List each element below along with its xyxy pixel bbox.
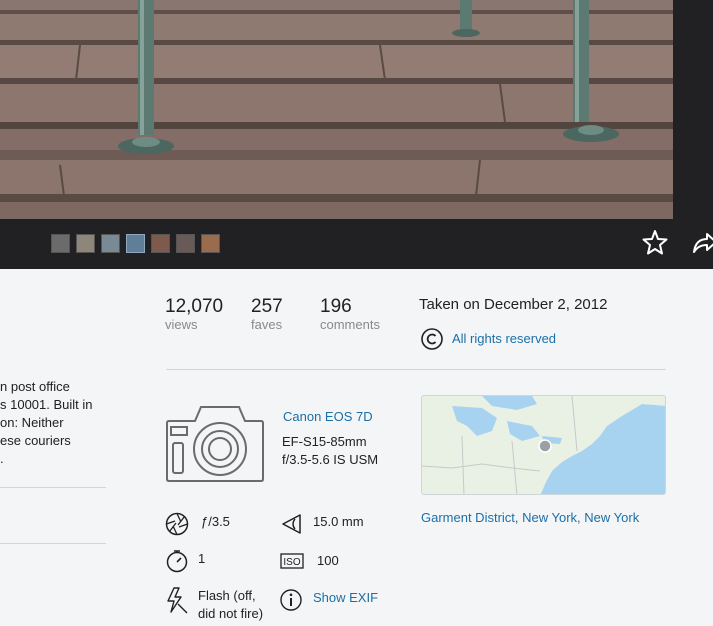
iso-value: 100 [317,553,339,568]
flash-line: Flash (off, [198,588,256,603]
thumbnail[interactable] [101,234,120,253]
views-stat: 12,070 views [165,296,223,332]
photo-description: n post office s 10001. Built in on: Neit… [0,378,106,468]
camera-model-link[interactable]: Canon EOS 7D [283,409,373,424]
svg-text:ISO: ISO [283,557,300,568]
share-icon [693,233,713,253]
focal-length-value: 15.0 mm [313,514,364,529]
camera-icon [165,403,265,485]
location-map[interactable] [421,395,666,495]
divider [166,369,666,370]
comments-stat: 196 comments [320,296,380,332]
divider [0,487,106,488]
flash-line: did not fire) [198,606,264,621]
description-line: s 10001. Built in [0,397,93,412]
description-line: . [0,451,4,466]
faves-stat: 257 faves [251,296,283,332]
shutter-speed-icon [165,549,189,573]
license-link[interactable]: All rights reserved [452,331,556,346]
description-line: ese couriers [0,433,71,448]
thumbnail[interactable] [151,234,170,253]
views-count: 12,070 [165,296,224,317]
lens-info: EF-S15-85mm f/3.5-5.6 IS USM [282,433,378,469]
thumbnail[interactable] [176,234,195,253]
date-taken: Taken on December 2, 2012 [419,296,608,313]
photo[interactable] [0,0,713,219]
aperture-icon [165,512,189,536]
iso-icon: ISO [280,549,304,573]
fave-button[interactable] [641,228,669,256]
flash-value: Flash (off, did not fire) [198,587,263,623]
show-exif-link[interactable]: Show EXIF [313,590,378,605]
thumbnail[interactable] [76,234,95,253]
description-line: n post office [0,379,70,394]
thumbnail[interactable] [51,234,70,253]
thumbnail[interactable] [126,234,145,253]
star-icon [642,230,668,255]
info-icon [279,588,303,612]
faves-label: faves [251,317,283,332]
copyright-icon [420,327,444,351]
share-button[interactable] [691,228,713,256]
comments-count: 196 [320,296,352,317]
lens-line: EF-S15-85mm [282,434,367,449]
location-link[interactable]: Garment District, New York, New York [421,510,639,525]
divider [0,543,106,544]
comments-label: comments [320,317,380,332]
map-image [422,396,665,494]
flash-icon [165,586,189,614]
aperture-value: ƒ/3.5 [201,514,230,529]
focal-length-icon [280,512,304,536]
exposure-value: 1 [198,551,206,566]
thumbnail[interactable] [201,234,220,253]
description-line: on: Neither [0,415,64,430]
lens-line: f/3.5-5.6 IS USM [282,452,379,467]
views-label: views [165,317,198,332]
photostream-bar [0,219,713,269]
photo-image [0,0,713,219]
faves-count: 257 [251,296,283,317]
